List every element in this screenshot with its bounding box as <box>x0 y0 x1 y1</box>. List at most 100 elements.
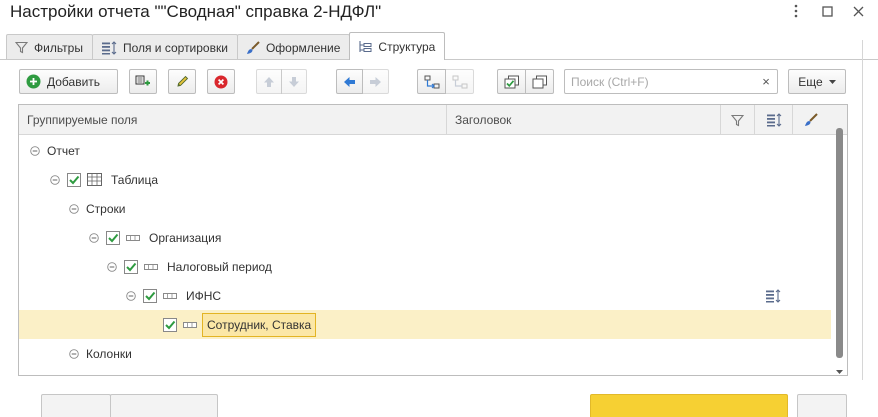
tab-label: Фильтры <box>34 40 83 55</box>
field-icon <box>144 263 158 270</box>
arrow-down-icon <box>288 76 300 88</box>
close-icon[interactable] <box>843 0 873 22</box>
more-label: Еще <box>798 74 823 89</box>
window-title: Настройки отчета ""Сводная" справка 2-НД… <box>10 2 382 21</box>
arrow-up-icon <box>263 76 275 88</box>
tree-row-report[interactable]: Отчет <box>19 136 831 165</box>
tree-row-label: Таблица <box>111 172 159 187</box>
tree-row-label: Строки <box>86 201 126 216</box>
tree-row-employee-rate[interactable]: Сотрудник, Ставка <box>19 310 831 339</box>
brush-icon <box>246 40 260 55</box>
bottom-button-1[interactable] <box>41 394 111 417</box>
delete-icon <box>214 75 228 89</box>
row-checkbox[interactable] <box>67 172 81 187</box>
column-header-appearance[interactable] <box>793 105 829 135</box>
group-icon <box>424 75 440 89</box>
add-button[interactable]: Добавить <box>19 69 118 94</box>
column-header-fields[interactable]: Группируемые поля <box>19 105 447 135</box>
brush-icon <box>804 113 818 127</box>
move-down-button[interactable] <box>281 69 307 94</box>
field-icon <box>163 292 177 299</box>
delete-button[interactable] <box>207 69 235 94</box>
bottom-button-2[interactable] <box>110 394 218 417</box>
row-checkbox[interactable] <box>106 230 120 245</box>
scrollbar-thumb[interactable] <box>836 128 843 358</box>
collapse-icon[interactable] <box>106 261 118 273</box>
tab-bar: Фильтры Поля и сортировки Оформление Стр… <box>6 32 446 60</box>
group-button[interactable] <box>417 69 446 94</box>
tab-filters[interactable]: Фильтры <box>6 34 93 60</box>
tab-label: Структура <box>378 39 436 54</box>
tree-row-label: Колонки <box>86 346 132 361</box>
tab-structure[interactable]: Структура <box>349 32 446 60</box>
row-checkbox[interactable] <box>163 317 177 332</box>
collapse-icon[interactable] <box>125 290 137 302</box>
tree-row-table[interactable]: Таблица <box>19 165 831 194</box>
row-checkbox[interactable] <box>124 259 138 274</box>
collapse-icon[interactable] <box>29 145 41 157</box>
tree-row-rows[interactable]: Строки <box>19 194 831 223</box>
bottom-button-close[interactable] <box>797 394 847 417</box>
ungroup-icon <box>452 75 468 89</box>
arrow-left-icon <box>343 76 356 88</box>
filter-icon <box>15 41 28 54</box>
more-button[interactable]: Еще <box>788 69 846 94</box>
add-label: Добавить <box>47 74 101 89</box>
structure-tree-grid[interactable]: Группируемые поля Заголовок Отчет Таблиц… <box>18 104 848 376</box>
tab-appearance[interactable]: Оформление <box>236 34 351 60</box>
pencil-icon <box>176 75 189 88</box>
tab-label: Оформление <box>265 40 341 55</box>
add-grouping-button[interactable] <box>129 69 157 94</box>
column-header-filter[interactable] <box>721 105 755 135</box>
add-grouping-icon <box>135 75 151 89</box>
collapse-icon[interactable] <box>68 348 80 360</box>
fields-sort-icon <box>766 113 782 127</box>
grid-header: Группируемые поля Заголовок <box>19 105 847 135</box>
tree-row-label: Организация <box>149 230 222 245</box>
tree-row-label-edit[interactable]: Сотрудник, Ставка <box>202 312 317 337</box>
collapse-icon[interactable] <box>68 203 80 215</box>
collapse-icon[interactable] <box>49 174 61 186</box>
check-all-button[interactable] <box>497 69 526 94</box>
uncheck-all-button[interactable] <box>525 69 554 94</box>
tree-row-label: Налоговый период <box>167 259 272 274</box>
uncheck-all-icon <box>532 75 548 89</box>
column-header-label: Группируемые поля <box>27 113 138 127</box>
move-up-button[interactable] <box>256 69 282 94</box>
structure-icon <box>358 40 372 54</box>
table-icon <box>87 173 102 186</box>
finish-editing-button[interactable] <box>590 394 788 417</box>
collapse-icon[interactable] <box>88 232 100 244</box>
column-header-sort[interactable] <box>755 105 793 135</box>
tree-row-organization[interactable]: Организация <box>19 223 831 252</box>
tree-row-ifns[interactable]: ИФНС <box>19 281 831 310</box>
edit-button[interactable] <box>168 69 196 94</box>
tab-label: Поля и сортировки <box>122 40 228 55</box>
column-header-title[interactable]: Заголовок <box>447 105 721 135</box>
arrow-right-icon <box>369 76 382 88</box>
row-checkbox[interactable] <box>143 288 157 303</box>
more-vertical-icon[interactable] <box>781 0 811 22</box>
field-icon <box>183 321 197 328</box>
maximize-icon[interactable] <box>812 0 842 22</box>
tree-row-columns[interactable]: Колонки <box>19 339 831 368</box>
filter-icon <box>731 114 744 127</box>
move-left-button[interactable] <box>336 69 363 94</box>
tree-row-label: Отчет <box>47 143 80 158</box>
panel-divider <box>862 40 863 380</box>
chevron-down-icon <box>828 79 836 84</box>
tree-row-tax-period[interactable]: Налоговый период <box>19 252 831 281</box>
field-icon <box>126 234 140 241</box>
search-input[interactable] <box>565 70 751 93</box>
fields-sort-icon <box>101 40 117 55</box>
sort-icon[interactable] <box>765 288 781 303</box>
tree-row-label: ИФНС <box>186 288 222 303</box>
search-field[interactable]: × <box>564 69 778 94</box>
check-all-icon <box>504 75 520 89</box>
ungroup-button[interactable] <box>445 69 474 94</box>
move-right-button[interactable] <box>362 69 389 94</box>
add-icon <box>26 74 41 89</box>
scroll-down-icon[interactable] <box>836 363 843 377</box>
tab-fields-sort[interactable]: Поля и сортировки <box>91 34 238 60</box>
clear-search-icon[interactable]: × <box>755 70 777 93</box>
